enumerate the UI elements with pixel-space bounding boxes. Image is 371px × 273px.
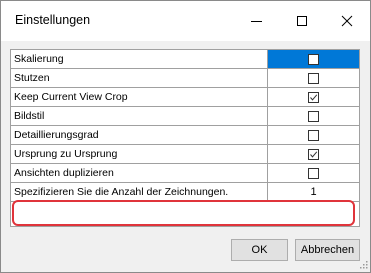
close-icon (341, 15, 353, 27)
row-label: Stutzen (11, 69, 268, 87)
minimize-icon (250, 20, 262, 22)
settings-row: Keep Current View Crop (11, 88, 359, 107)
settings-row: Bildstil (11, 107, 359, 126)
close-button[interactable] (324, 1, 370, 41)
row-label: Keep Current View Crop (11, 88, 268, 106)
settings-row: Ursprung zu Ursprung (11, 145, 359, 164)
title-bar: Einstellungen (1, 1, 370, 41)
row-value-cell[interactable] (268, 145, 359, 163)
settings-dialog: Einstellungen Skalierung Stutzen Keep Cu… (0, 0, 371, 273)
row-label: Ursprung zu Ursprung (11, 145, 268, 163)
checkbox[interactable] (308, 129, 319, 141)
settings-row: Stutzen (11, 69, 359, 88)
row-value-cell[interactable]: 1 (268, 183, 359, 201)
settings-row: Spezifizieren Sie die Anzahl der Zeichnu… (11, 183, 359, 202)
row-label: Ansichten duplizieren (11, 164, 268, 182)
row-value-cell[interactable] (268, 69, 359, 87)
checkbox[interactable] (308, 167, 319, 179)
row-label: Detaillierungsgrad (11, 126, 268, 144)
checkmark-icon (310, 150, 318, 158)
checkmark-icon (310, 93, 318, 101)
settings-row: Detaillierungsgrad (11, 126, 359, 145)
settings-row: Ansichten duplizieren (11, 164, 359, 183)
window-title: Einstellungen (15, 13, 91, 27)
settings-row: Skalierung (11, 50, 359, 69)
row-value-cell[interactable] (268, 88, 359, 106)
ok-button[interactable]: OK (231, 239, 288, 261)
settings-grid: Skalierung Stutzen Keep Current View Cro… (10, 49, 360, 227)
checkbox[interactable] (308, 91, 319, 103)
checkbox[interactable] (308, 53, 319, 65)
row-label: Bildstil (11, 107, 268, 125)
maximize-button[interactable] (279, 1, 325, 41)
checkbox[interactable] (308, 110, 319, 122)
resize-grip-icon[interactable] (358, 259, 368, 269)
checkbox[interactable] (308, 72, 319, 84)
cancel-button[interactable]: Abbrechen (295, 239, 360, 261)
checkbox[interactable] (308, 148, 319, 160)
row-label: Spezifizieren Sie die Anzahl der Zeichnu… (11, 183, 268, 201)
row-label: Skalierung (11, 50, 268, 68)
minimize-button[interactable] (233, 1, 279, 41)
row-value-cell[interactable] (268, 126, 359, 144)
row-value-cell[interactable] (268, 50, 359, 68)
row-value-cell[interactable] (268, 107, 359, 125)
drawing-count-value[interactable]: 1 (310, 186, 316, 198)
row-value-cell[interactable] (268, 164, 359, 182)
maximize-icon (297, 16, 307, 26)
